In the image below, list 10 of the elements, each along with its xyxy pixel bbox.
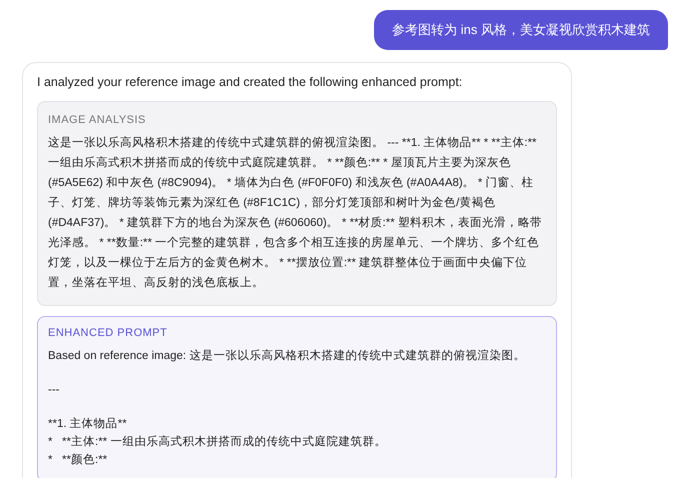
user-message-bubble: 参考图转为 ins 风格，美女凝视欣赏积木建筑 [374, 10, 668, 50]
section-label: IMAGE ANALYSIS [48, 113, 147, 128]
prompt-line: **1. 主体物品** [48, 416, 128, 432]
prompt-line: Based on reference image: 这是一张以乐高风格积木搭建的传统中式建筑群的俯视渲染图。 [48, 348, 526, 364]
prompt-line: * **主体:** 一组由乐高式积木拼搭而成的传统中式庭院建筑群。 [48, 434, 388, 450]
analysis-text: 这是一张以乐高风格积木搭建的传统中式建筑群的俯视渲染图。 --- **1. 主体物品** * **主体:** 一组由乐高式积木拼搭而成的传统中式庭院建筑群。 * **颜色:** * 屋顶瓦片主要为深灰色 (#5A5E62) 和中灰色 (#8C9094)。 * 墙体为白色 (#F0F0F0) 和浅灰色 (#A0A4A8)。 * 门窗、柱子、灯笼、牌坊等装饰元素为深红色 (#8F1C1C)，部分灯笼顶部和树叶为金色/黄褐色 (#D4AF37)。 * 建筑群下方的地台为深灰色 (#606060)。 * **材质:** 塑料积木，表面光滑，略带光泽感。 * **数量:** 一个完整的建筑群，包含多个相互连接的房屋单元、一个牌坊、多个红色灯笼，以及一棵位于左后方的金黄色树木。 * **摆放位置:** 建筑群整体位于画面中央偏下位置，坐落在平坦、高反射的浅色底板上。 [48, 135, 543, 291]
prompt-line: * **颜色:** [48, 452, 108, 468]
prompt-line: --- [48, 383, 60, 398]
intro-text: I analyzed your reference image and created the following enhanced prompt: [37, 74, 464, 91]
section-label: ENHANCED PROMPT [48, 326, 168, 341]
